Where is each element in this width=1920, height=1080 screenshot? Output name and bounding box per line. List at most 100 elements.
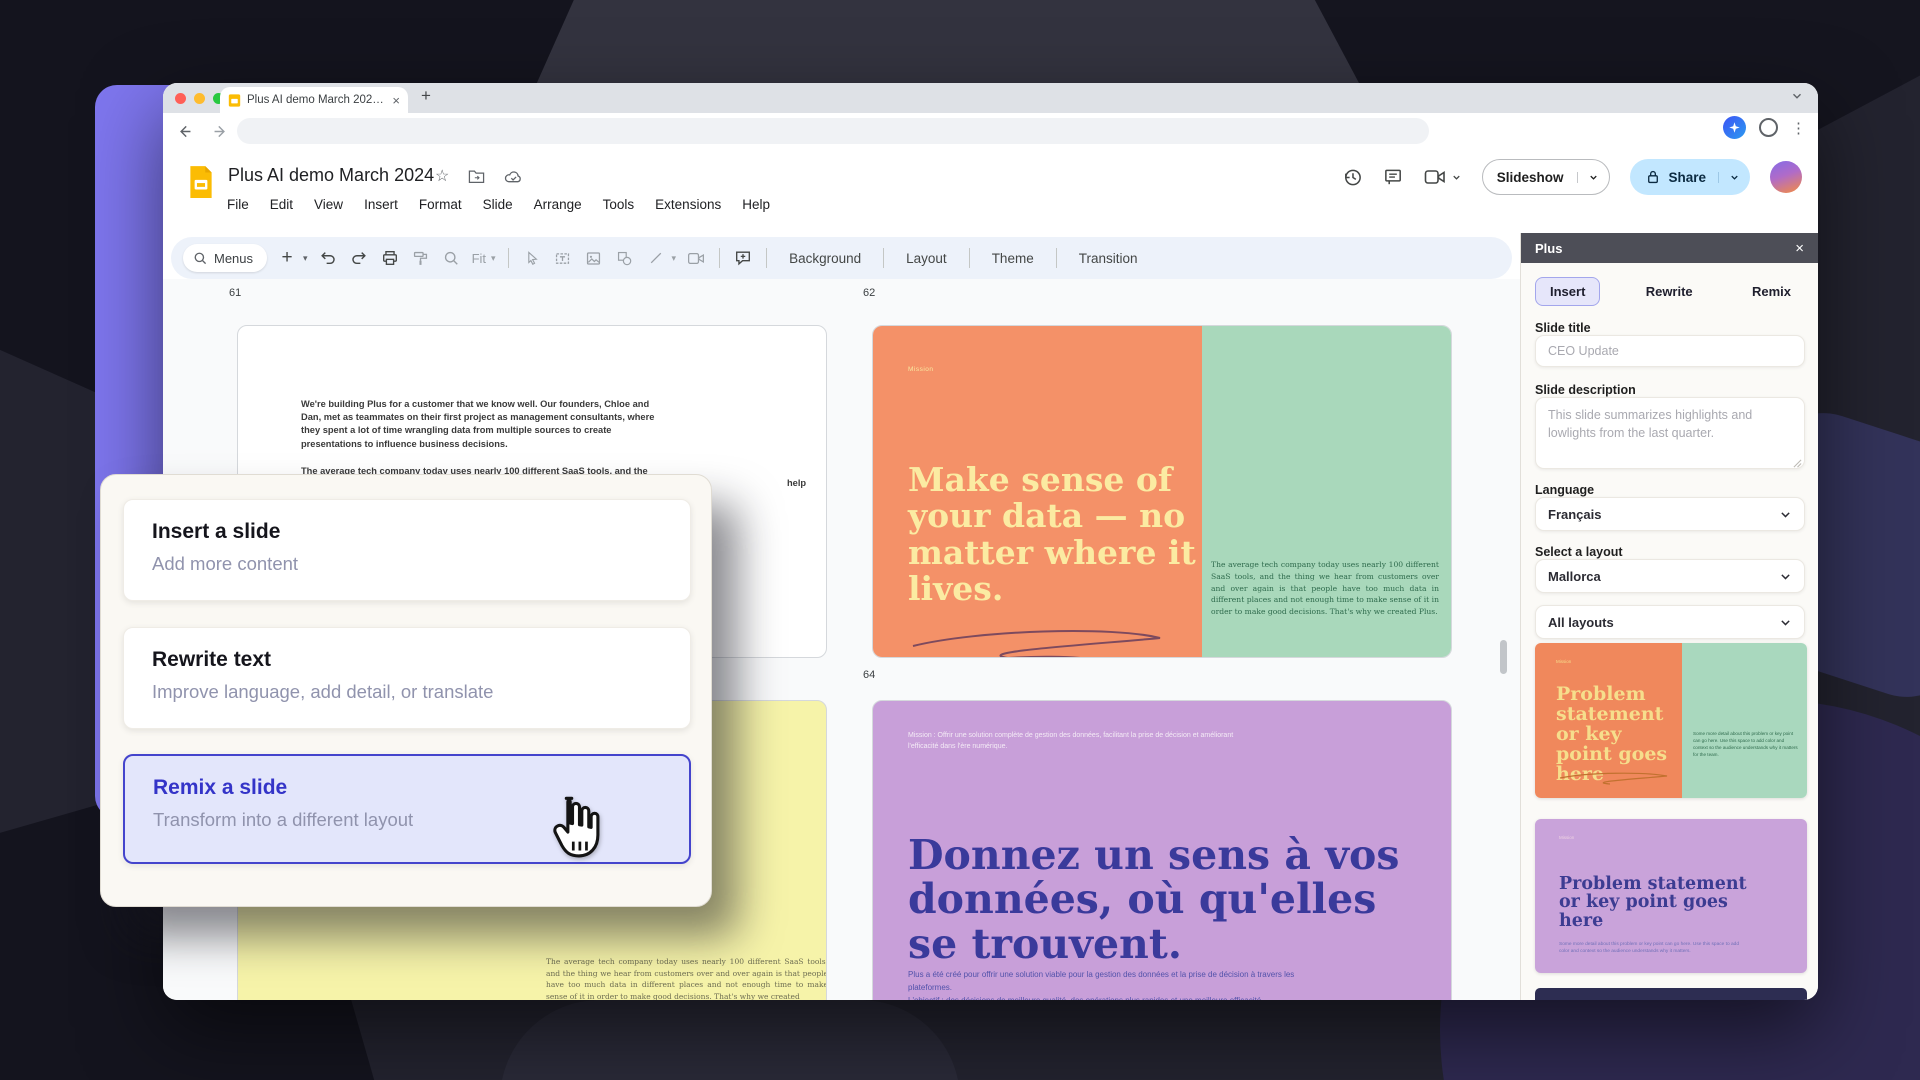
- menu-tools[interactable]: Tools: [603, 197, 635, 212]
- slide-number: 61: [229, 287, 241, 299]
- chevron-down-icon: [1779, 616, 1792, 629]
- comment-history-icon[interactable]: [1383, 167, 1404, 188]
- search-icon: [193, 251, 208, 266]
- menu-extensions[interactable]: Extensions: [655, 197, 721, 212]
- tab-rewrite[interactable]: Rewrite: [1632, 278, 1707, 305]
- background-button[interactable]: Background: [779, 251, 871, 266]
- scribble-underline: [1555, 768, 1675, 788]
- plus-ai-extension-icon[interactable]: [1723, 116, 1746, 139]
- insert-shape-icon[interactable]: [614, 247, 636, 269]
- text-box-icon[interactable]: [552, 247, 574, 269]
- canvas-scrollbar[interactable]: [1500, 640, 1507, 674]
- share-dropdown[interactable]: [1718, 172, 1750, 183]
- slideshow-label: Slideshow: [1483, 170, 1578, 185]
- option-insert-a-slide[interactable]: Insert a slide Add more content: [123, 499, 691, 601]
- option-title: Remix a slide: [153, 776, 689, 800]
- menu-format[interactable]: Format: [419, 197, 462, 212]
- language-select[interactable]: Français: [1535, 497, 1805, 531]
- zoom-icon[interactable]: [441, 247, 463, 269]
- tab-insert[interactable]: Insert: [1535, 277, 1600, 306]
- cloud-status-icon[interactable]: [504, 169, 523, 184]
- browser-profile-icon[interactable]: [1759, 118, 1778, 137]
- share-label: Share: [1668, 170, 1706, 185]
- share-button[interactable]: Share: [1630, 159, 1750, 195]
- minimize-window-button[interactable]: [194, 93, 205, 104]
- layout-preview-split[interactable]: Mission Problem statement or key point g…: [1535, 643, 1807, 798]
- slide-thumbnail-62[interactable]: Mission Make sense of your data — no mat…: [872, 325, 1452, 658]
- option-subtitle: Add more content: [152, 553, 690, 575]
- select-cursor-icon[interactable]: [521, 247, 543, 269]
- layout-select[interactable]: Mallorca: [1535, 559, 1805, 593]
- version-history-icon[interactable]: [1342, 167, 1363, 188]
- address-bar[interactable]: [237, 118, 1429, 144]
- slides-favicon: [228, 94, 241, 107]
- browser-tab-strip: Plus AI demo March 2024 - G × +: [163, 83, 1818, 113]
- decor-shape: [500, 1000, 960, 1080]
- star-icon[interactable]: ☆: [435, 166, 449, 186]
- sidebar-close-icon[interactable]: ×: [1795, 240, 1804, 257]
- slides-toolbar: Menus + ▾ Fit ▾: [171, 237, 1512, 279]
- slide-description-textarea[interactable]: [1535, 397, 1805, 469]
- avatar[interactable]: [1770, 161, 1802, 193]
- move-folder-icon[interactable]: [468, 169, 485, 184]
- undo-icon[interactable]: [317, 247, 339, 269]
- menu-help[interactable]: Help: [742, 197, 770, 212]
- slides-file-icon: [188, 165, 214, 199]
- insert-video-icon[interactable]: [685, 247, 707, 269]
- preview-kicker: Mission: [1556, 659, 1571, 664]
- menu-arrange[interactable]: Arrange: [534, 197, 582, 212]
- page: Plus AI demo March 2024 - G × +: [0, 0, 1920, 1080]
- slide-title-input[interactable]: [1535, 335, 1805, 367]
- fit-zoom-label[interactable]: Fit: [472, 251, 486, 266]
- layout-button[interactable]: Layout: [896, 251, 957, 266]
- menu-slide[interactable]: Slide: [483, 197, 513, 212]
- slideshow-dropdown[interactable]: [1577, 172, 1609, 183]
- slideshow-button[interactable]: Slideshow: [1482, 159, 1611, 195]
- paint-format-icon[interactable]: [410, 247, 432, 269]
- tab-title: Plus AI demo March 2024 - G: [247, 94, 386, 106]
- menu-bar: File Edit View Insert Format Slide Arran…: [227, 197, 770, 212]
- menu-insert[interactable]: Insert: [364, 197, 398, 212]
- tab-remix[interactable]: Remix: [1738, 278, 1805, 305]
- option-rewrite-text[interactable]: Rewrite text Improve language, add detai…: [123, 627, 691, 729]
- fit-zoom-chevron-icon[interactable]: ▾: [491, 253, 496, 264]
- layout-preview-solid[interactable]: Mission Problem statement or key point g…: [1535, 819, 1807, 973]
- slide-64-body: Plus a été créé pour offrir une solution…: [908, 969, 1338, 1000]
- theme-button[interactable]: Theme: [982, 251, 1044, 266]
- add-comment-icon[interactable]: [732, 247, 754, 269]
- insert-line-icon[interactable]: [645, 247, 667, 269]
- slide-63-body: The average tech company today uses near…: [546, 956, 827, 1000]
- option-subtitle: Improve language, add detail, or transla…: [152, 681, 690, 703]
- join-call-button[interactable]: [1424, 168, 1462, 186]
- browser-tab[interactable]: Plus AI demo March 2024 - G ×: [220, 87, 408, 113]
- close-window-button[interactable]: [175, 93, 186, 104]
- preview-body: Some more detail about this problem or k…: [1559, 941, 1749, 955]
- document-title[interactable]: Plus AI demo March 2024: [228, 165, 434, 186]
- line-chevron-icon[interactable]: ▾: [672, 253, 677, 264]
- layout-filter-select[interactable]: All layouts: [1535, 605, 1805, 639]
- new-slide-chevron-icon[interactable]: ▾: [303, 253, 308, 264]
- browser-menu-icon[interactable]: ⋮: [1791, 119, 1806, 137]
- slide-64-heading: Donnez un sens à vos données, où qu'elle…: [908, 833, 1413, 966]
- text-fragment: help: [787, 478, 806, 488]
- insert-image-icon[interactable]: [583, 247, 605, 269]
- menu-file[interactable]: File: [227, 197, 249, 212]
- textarea-resize-handle[interactable]: [1793, 459, 1802, 468]
- transition-button[interactable]: Transition: [1069, 251, 1148, 266]
- forward-icon[interactable]: [209, 120, 231, 142]
- back-icon[interactable]: [173, 120, 195, 142]
- new-slide-button[interactable]: +: [276, 247, 298, 269]
- tab-search-chevron-icon[interactable]: [1790, 89, 1804, 103]
- sidebar-header: Plus ×: [1521, 233, 1818, 263]
- print-icon[interactable]: [379, 247, 401, 269]
- menus-search-pill[interactable]: Menus: [183, 244, 267, 272]
- redo-icon[interactable]: [348, 247, 370, 269]
- menu-edit[interactable]: Edit: [270, 197, 293, 212]
- menu-view[interactable]: View: [314, 197, 343, 212]
- new-tab-button[interactable]: +: [421, 86, 431, 106]
- slide-thumbnail-64[interactable]: Mission : Offrir une solution complète d…: [872, 700, 1452, 1000]
- layout-preview-dark-partial[interactable]: [1535, 988, 1807, 1000]
- tab-close-icon[interactable]: ×: [392, 94, 400, 107]
- preview-body: Some more detail about this problem or k…: [1693, 731, 1798, 759]
- plus-actions-popup: Insert a slide Add more content Rewrite …: [100, 474, 712, 907]
